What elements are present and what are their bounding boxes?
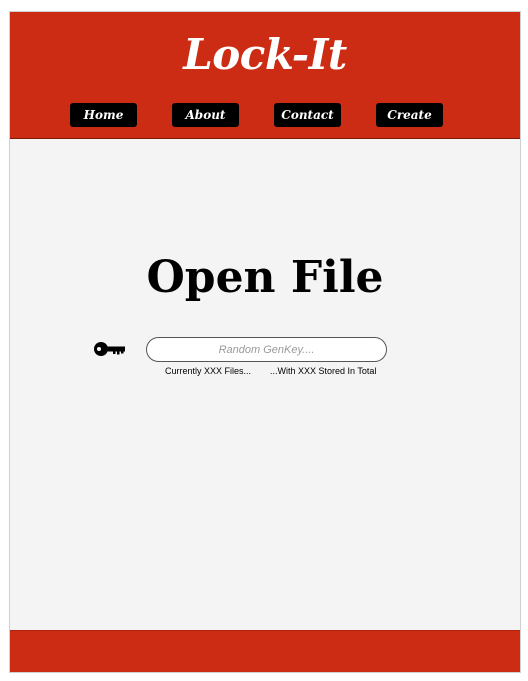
files-count-text: Currently XXX Files... xyxy=(165,366,252,376)
nav-bar: Home About Contact Create xyxy=(10,103,520,127)
header: Lock-It Home About Contact Create xyxy=(10,12,520,139)
genkey-input[interactable] xyxy=(146,337,387,362)
page-frame: Lock-It Home About Contact Create Open F… xyxy=(9,11,521,673)
nav-home-button[interactable]: Home xyxy=(70,103,137,127)
nav-about-button[interactable]: About xyxy=(172,103,239,127)
nav-create-button[interactable]: Create xyxy=(376,103,443,127)
page-title: Open File xyxy=(146,252,384,303)
logo: Lock-It xyxy=(183,30,347,79)
footer xyxy=(10,630,520,672)
nav-contact-button[interactable]: Contact xyxy=(274,103,341,127)
key-icon xyxy=(93,339,127,359)
stored-total-text: ...With XXX Stored In Total xyxy=(270,366,377,376)
